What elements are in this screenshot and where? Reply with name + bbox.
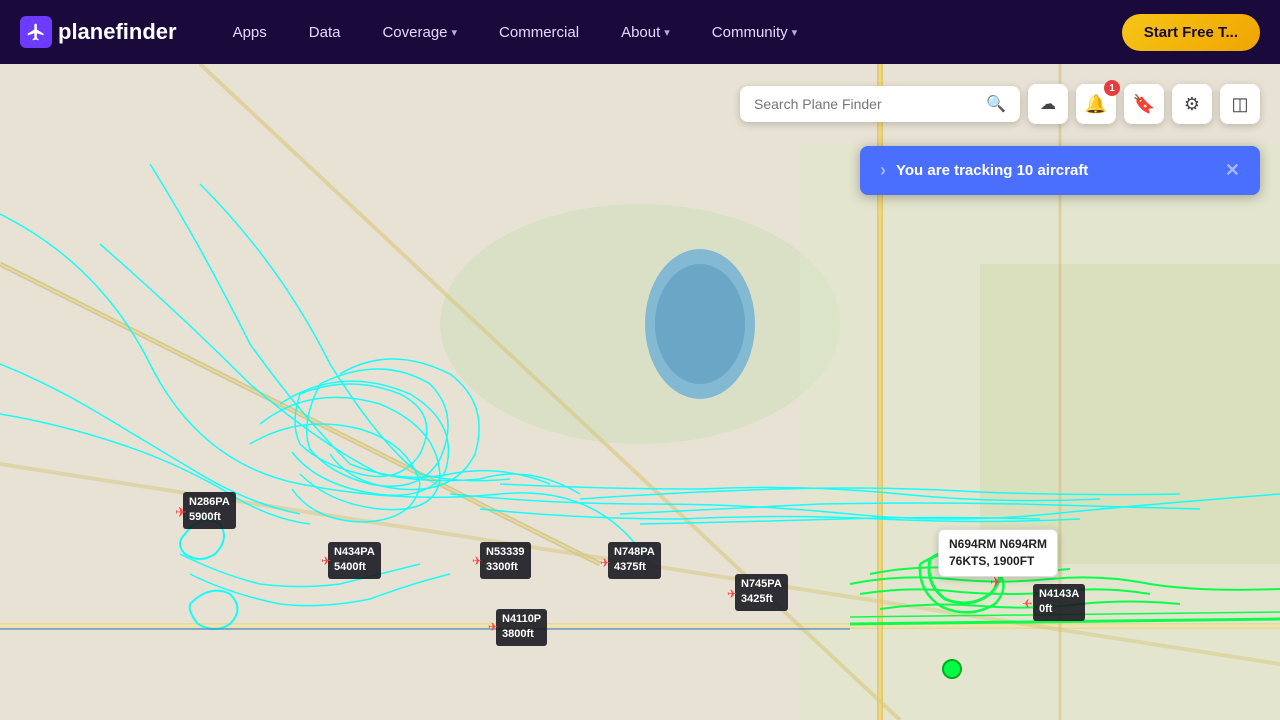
- aircraft-icon-n4110p: ✈: [488, 620, 498, 634]
- chevron-down-icon: ▾: [792, 26, 798, 39]
- navbar: planefinder Apps Data Coverage ▾ Commerc…: [0, 0, 1280, 64]
- layers-button[interactable]: ◫: [1220, 84, 1260, 124]
- nav-apps[interactable]: Apps: [217, 16, 283, 49]
- logo-text: planefinder: [58, 19, 177, 45]
- aircraft-icon-n748pa: ✈: [600, 556, 610, 570]
- alert-icon: 🔔: [1085, 94, 1107, 115]
- nav-data[interactable]: Data: [293, 16, 357, 49]
- close-icon[interactable]: ✕: [1225, 160, 1240, 181]
- tracking-banner[interactable]: › You are tracking 10 aircraft ✕: [860, 146, 1260, 195]
- aircraft-n694rm-tooltip[interactable]: N694RM N694RM 76KTS, 1900FT: [938, 529, 1058, 577]
- aircraft-n748pa[interactable]: N748PA 4375ft: [608, 542, 661, 579]
- weather-button[interactable]: ☁: [1028, 84, 1068, 124]
- aircraft-n286pa[interactable]: N286PA 5900ft: [183, 492, 236, 529]
- search-input-wrap[interactable]: 🔍: [740, 86, 1020, 122]
- expand-icon: ›: [880, 160, 886, 181]
- search-icon: 🔍: [986, 94, 1006, 114]
- place-surprise: Surprise: [516, 696, 573, 712]
- aircraft-n4143a[interactable]: N4143A 0ft: [1033, 584, 1085, 621]
- place-cavecreek: Cave Creek: [1095, 372, 1171, 388]
- nav-commercial[interactable]: Commercial: [483, 16, 595, 49]
- main-nav: Apps Data Coverage ▾ Commercial About ▾ …: [217, 16, 1122, 49]
- shield-17: 17: [854, 434, 875, 447]
- place-morristown: Morristown: [175, 329, 250, 345]
- search-bar: 🔍 ☁ 🔔 1 🔖 ⚙ ◫: [740, 84, 1260, 124]
- layers-icon: ◫: [1231, 94, 1248, 115]
- aircraft-icon-n286pa: ✈: [175, 504, 187, 521]
- cloud-icon: ☁: [1040, 94, 1056, 114]
- place-anthem: Anthem: [860, 324, 912, 340]
- aircraft-icon-n434pa: ✈: [321, 554, 331, 568]
- settings-button[interactable]: ⚙: [1172, 84, 1212, 124]
- shield-60-2: 60: [167, 312, 190, 329]
- map-background: Wickenburg Morristown Wittmann New River…: [0, 64, 1280, 720]
- map-container[interactable]: Wickenburg Morristown Wittmann New River…: [0, 64, 1280, 720]
- shield-60-1: 60: [78, 229, 101, 246]
- logo-icon: [20, 16, 52, 48]
- logo[interactable]: planefinder: [20, 16, 177, 48]
- aircraft-n4110p[interactable]: N4110P 3800ft: [496, 609, 547, 646]
- search-input[interactable]: [754, 96, 978, 112]
- place-deserthills: Desert Hills: [852, 404, 929, 420]
- aircraft-icon-n745pa: ✈: [727, 587, 737, 601]
- bookmark-button[interactable]: 🔖: [1124, 84, 1164, 124]
- plane-logo-svg: [26, 22, 46, 42]
- chevron-down-icon: ▾: [664, 26, 670, 39]
- place-suncity: Sun City: [662, 682, 719, 698]
- nav-about[interactable]: About ▾: [605, 16, 686, 49]
- airport-marker: [942, 659, 962, 679]
- place-wittmann: Wittmann: [308, 459, 372, 475]
- aircraft-n53339[interactable]: N53339 3300ft: [480, 542, 531, 579]
- notification-badge: 1: [1104, 80, 1120, 96]
- nav-community[interactable]: Community ▾: [696, 16, 813, 49]
- place-suncitywest: Sun City West: [565, 642, 659, 658]
- place-wickenburg: Wickenburg: [30, 136, 110, 152]
- notification-button[interactable]: 🔔 1: [1076, 84, 1116, 124]
- aircraft-n745pa[interactable]: N745PA 3425ft: [735, 574, 788, 611]
- aircraft-n434pa[interactable]: N434PA 5400ft: [328, 542, 381, 579]
- chevron-down-icon: ▾: [452, 26, 458, 39]
- aircraft-icon-n53339: ✈: [472, 554, 482, 568]
- place-newriver: New River: [845, 234, 913, 250]
- shield-51: 51: [1060, 702, 1081, 715]
- nav-coverage[interactable]: Coverage ▾: [366, 16, 473, 49]
- cta-button[interactable]: Start Free T...: [1122, 14, 1260, 51]
- tracking-message: You are tracking 10 aircraft: [896, 162, 1088, 179]
- bookmark-icon: 🔖: [1133, 94, 1155, 115]
- aircraft-icon-n4143a: ✈: [1022, 596, 1032, 610]
- gear-icon: ⚙: [1184, 94, 1200, 115]
